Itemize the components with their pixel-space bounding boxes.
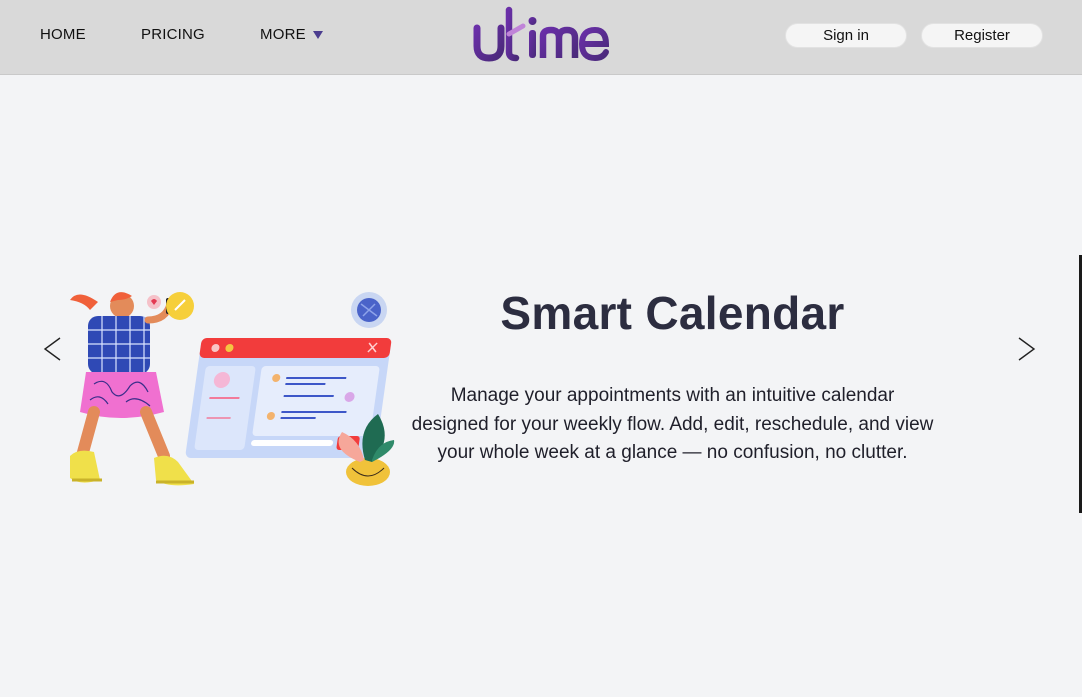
- hero-title: Smart Calendar: [500, 287, 845, 339]
- brand-logo[interactable]: [473, 6, 613, 66]
- utime-logo-icon: [473, 6, 610, 62]
- carousel-next-button[interactable]: [1015, 336, 1039, 362]
- sign-in-button[interactable]: Sign in: [785, 23, 907, 48]
- nav-more-label: MORE: [260, 26, 306, 43]
- nav-home-link[interactable]: HOME: [40, 26, 86, 43]
- top-navbar: HOME PRICING MORE Sign in Register: [0, 0, 1082, 75]
- calendar-illustration: [60, 280, 405, 500]
- hero-description: Manage your appointments with an intuiti…: [411, 385, 934, 463]
- woman-with-calendar-illustration: [70, 292, 395, 486]
- nav-pricing-link[interactable]: PRICING: [141, 26, 205, 43]
- nav-more-dropdown[interactable]: MORE: [260, 26, 323, 43]
- chevron-right-icon: [1018, 337, 1036, 361]
- register-button[interactable]: Register: [921, 23, 1043, 48]
- caret-down-icon: [312, 31, 323, 39]
